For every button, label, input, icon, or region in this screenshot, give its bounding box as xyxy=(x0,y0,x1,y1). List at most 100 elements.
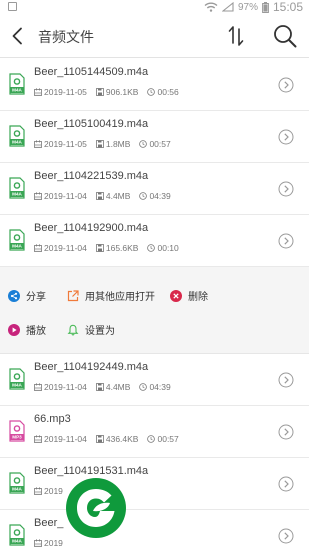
bell-icon xyxy=(67,324,79,335)
chevron-right-circle-icon[interactable] xyxy=(278,77,294,93)
chevron-right-circle-icon[interactable] xyxy=(278,181,294,197)
file-meta: 2019-11-04 165.6KB 00:10 xyxy=(34,243,188,253)
chevron-right-circle-icon[interactable] xyxy=(278,233,294,249)
file-row[interactable]: MP3 66.mp3 2019-11-04 436.4KB 00:57 xyxy=(0,406,309,458)
file-type-icon: M4A xyxy=(9,229,25,251)
file-row[interactable]: M4A Beer_1104192449.m4a 2019-11-04 4.4MB… xyxy=(0,354,309,406)
file-type-icon: M4A xyxy=(9,368,25,390)
clock-time: 15:05 xyxy=(272,0,303,14)
file-type-icon: M4A xyxy=(9,177,25,199)
file-duration: 04:39 xyxy=(139,191,171,201)
file-date: 2019-11-04 xyxy=(34,434,87,444)
file-name: Beer_1104192900.m4a xyxy=(34,222,149,234)
svg-text:M4A: M4A xyxy=(12,539,22,544)
chevron-right-circle-icon[interactable] xyxy=(278,129,294,145)
file-row[interactable]: M4A Beer_ 2019 xyxy=(0,510,309,550)
file-duration: 00:56 xyxy=(147,87,179,97)
chevron-left-icon xyxy=(12,27,22,45)
svg-text:M4A: M4A xyxy=(12,383,22,388)
file-type-icon: M4A xyxy=(9,125,25,147)
search-icon xyxy=(274,25,297,48)
chevron-right-circle-icon[interactable] xyxy=(278,372,294,388)
set-as-action[interactable]: 设置为 xyxy=(67,322,115,337)
file-meta: 2019-11-04 4.4MB 04:39 xyxy=(34,191,180,201)
file-meta: 2019-11-05 1.8MB 00:57 xyxy=(34,139,180,149)
file-row[interactable]: M4A Beer_1105144509.m4a 2019-11-05 906.1… xyxy=(0,59,309,111)
file-action-panel: 分享 用其他应用打开 删除 播放 设置为 xyxy=(0,267,309,354)
file-type-icon: M4A xyxy=(9,524,25,546)
status-indicators: 97% 15:05 xyxy=(204,0,303,14)
file-size: 165.6KB xyxy=(95,243,138,253)
file-name: Beer_1104191531.m4a xyxy=(34,465,149,477)
battery-percent: 97% xyxy=(237,1,258,13)
file-row[interactable]: M4A Beer_1104192900.m4a 2019-11-04 165.6… xyxy=(0,215,309,267)
clock-icon xyxy=(139,383,148,391)
save-icon xyxy=(95,192,104,200)
save-icon xyxy=(95,244,104,252)
chevron-right-circle-icon[interactable] xyxy=(278,476,294,492)
file-date: 2019 xyxy=(34,538,63,548)
calendar-icon xyxy=(34,244,42,252)
save-icon xyxy=(95,383,104,391)
svg-text:M4A: M4A xyxy=(12,244,22,249)
app-logo xyxy=(66,478,126,538)
file-name: Beer_ xyxy=(34,517,64,529)
file-row[interactable]: M4A Beer_1105100419.m4a 2019-11-05 1.8MB… xyxy=(0,111,309,163)
file-type-icon: M4A xyxy=(9,73,25,95)
file-size: 4.4MB xyxy=(95,382,130,392)
svg-text:M4A: M4A xyxy=(12,487,22,492)
file-type-icon: MP3 xyxy=(9,420,25,442)
notification-icon xyxy=(8,2,17,11)
file-row[interactable]: M4A Beer_1104221539.m4a 2019-11-04 4.4MB… xyxy=(0,163,309,215)
sort-button[interactable] xyxy=(225,24,247,48)
calendar-icon xyxy=(34,539,42,547)
save-icon xyxy=(95,88,104,96)
file-duration: 00:57 xyxy=(139,139,171,149)
calendar-icon xyxy=(34,435,42,443)
open-with-action[interactable]: 用其他应用打开 xyxy=(67,288,155,303)
file-row[interactable]: M4A Beer_1104191531.m4a 2019 xyxy=(0,458,309,510)
chevron-right-circle-icon[interactable] xyxy=(278,424,294,440)
calendar-icon xyxy=(34,383,42,391)
chevron-right-circle-icon[interactable] xyxy=(278,528,294,544)
save-icon xyxy=(95,435,104,443)
leaf-logo-icon xyxy=(77,489,115,527)
file-size: 436.4KB xyxy=(95,434,138,444)
sort-icon xyxy=(228,26,244,46)
search-button[interactable] xyxy=(272,23,298,49)
file-date: 2019-11-04 xyxy=(34,191,87,201)
file-name: Beer_1105100419.m4a xyxy=(34,118,149,130)
share-icon xyxy=(8,289,20,302)
file-size: 906.1KB xyxy=(95,87,138,97)
file-name: Beer_1105144509.m4a xyxy=(34,66,149,78)
clock-icon xyxy=(139,192,148,200)
play-icon xyxy=(8,323,20,336)
calendar-icon xyxy=(34,88,42,96)
file-date: 2019 xyxy=(34,486,63,496)
play-action[interactable]: 播放 xyxy=(8,322,46,337)
back-button[interactable] xyxy=(6,22,28,50)
file-type-icon: M4A xyxy=(9,472,25,494)
file-date: 2019-11-05 xyxy=(34,139,87,149)
app-header: 音频文件 xyxy=(0,14,309,58)
file-meta: 2019 xyxy=(34,538,72,548)
file-duration: 00:57 xyxy=(147,434,179,444)
file-date: 2019-11-04 xyxy=(34,382,87,392)
file-meta: 2019-11-05 906.1KB 00:56 xyxy=(34,87,188,97)
delete-action[interactable]: 删除 xyxy=(170,288,208,303)
file-duration: 04:39 xyxy=(139,382,171,392)
wifi-icon xyxy=(204,2,218,12)
open-with-label: 用其他应用打开 xyxy=(85,292,155,303)
page-title: 音频文件 xyxy=(38,30,94,46)
svg-text:MP3: MP3 xyxy=(12,435,22,440)
file-date: 2019-11-04 xyxy=(34,243,87,253)
calendar-icon xyxy=(34,487,42,495)
audio-file-list: M4A Beer_1105144509.m4a 2019-11-05 906.1… xyxy=(0,59,309,550)
file-name: Beer_1104221539.m4a xyxy=(34,170,149,182)
calendar-icon xyxy=(34,192,42,200)
status-bar: 97% 15:05 xyxy=(0,0,309,14)
svg-text:M4A: M4A xyxy=(12,88,22,93)
clock-icon xyxy=(147,244,156,252)
share-action[interactable]: 分享 xyxy=(8,288,46,303)
play-label: 播放 xyxy=(26,326,46,337)
